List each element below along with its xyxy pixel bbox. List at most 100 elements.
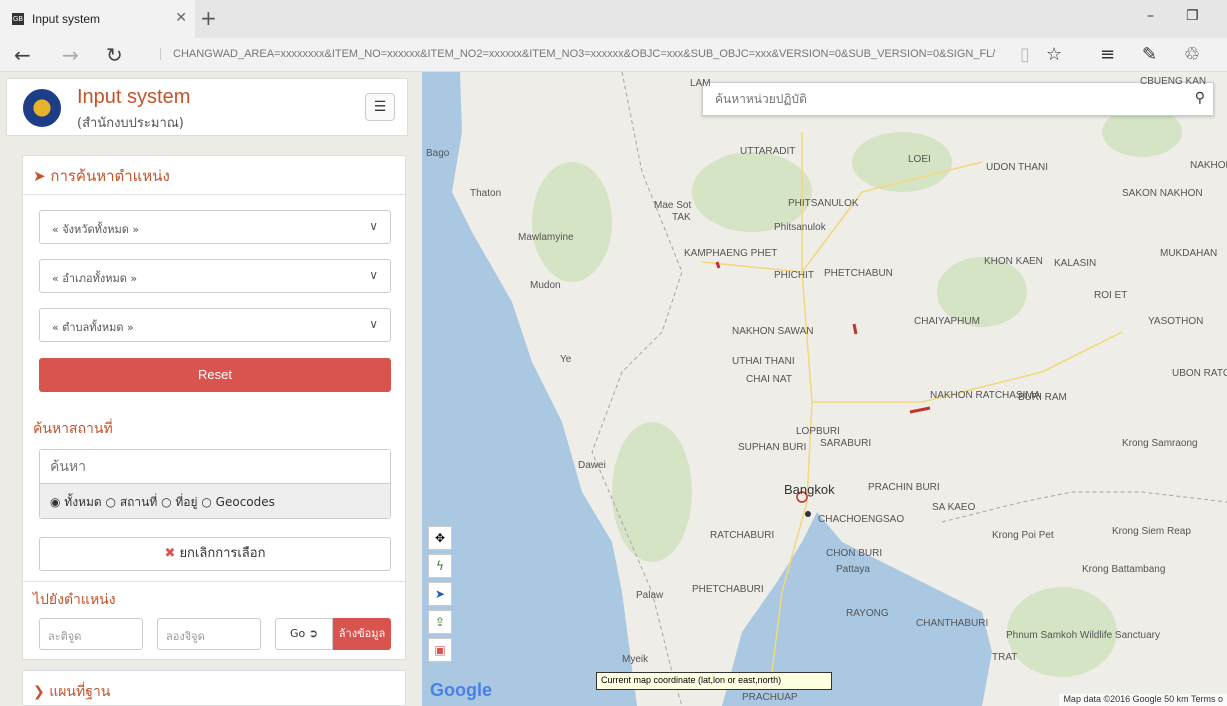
radio-all[interactable]: ◉ ทั้งหมด — [50, 495, 102, 509]
chevron-down-icon: ∨ — [369, 268, 378, 282]
map-label: KHON KAEN — [984, 256, 1043, 267]
map-label: YASOTHON — [1148, 316, 1204, 327]
close-icon: ✖ — [164, 546, 176, 561]
map-label: SARABURI — [820, 438, 872, 449]
map-label: UBON RATCHATH — [1172, 368, 1227, 379]
locate-title: ➤ การค้นหาตำแหน่ง — [33, 167, 170, 185]
map-label: Bago — [426, 148, 450, 159]
close-tab-icon[interactable]: ✕ — [175, 10, 187, 26]
reading-view-icon[interactable]: ▯ — [1020, 44, 1030, 65]
map-label: Thaton — [470, 188, 502, 199]
back-icon[interactable]: ← — [14, 43, 31, 67]
upload-tool-icon[interactable]: ⇪ — [428, 610, 452, 634]
map-label: Krong Battambang — [1082, 564, 1166, 575]
pan-tool-icon[interactable]: ✥ — [428, 526, 452, 550]
map-basemap — [422, 72, 1227, 706]
restore-icon[interactable]: ❐ — [1186, 8, 1199, 24]
map-label: Dawei — [578, 460, 606, 471]
radio-address[interactable]: ○ ที่อยู่ — [161, 495, 197, 509]
map-label: Mae Sot — [654, 200, 692, 211]
base-map-panel[interactable]: ❯ แผนที่ฐาน — [22, 670, 406, 706]
subdistrict-select[interactable]: « ตำบลทั้งหมด » ∨ — [39, 308, 391, 342]
goto-title: ไปยังตำแหน่ง — [33, 592, 116, 608]
map-label: SUPHAN BURI — [738, 442, 807, 453]
map-label: Phitsanulok — [774, 222, 826, 233]
map-label: NAKHON SAWAN — [732, 326, 814, 337]
district-select[interactable]: « อำเภอทั้งหมด » ∨ — [39, 259, 391, 293]
arrow-circle-icon: ➲ — [308, 627, 318, 640]
map-label: SA KAEO — [932, 502, 976, 513]
tab-favicon-icon: GB — [12, 13, 24, 25]
favorite-star-icon[interactable]: ☆ — [1046, 44, 1062, 65]
map-label: Mudon — [530, 280, 561, 291]
map-label: Krong Siem Reap — [1112, 526, 1191, 537]
tab-title: Input system — [32, 12, 101, 26]
app-header: Input system (สำนักงบประมาณ) ☰ — [6, 78, 408, 136]
latitude-input[interactable]: ละติจูด — [39, 618, 143, 650]
map-label: TRAT — [992, 652, 1018, 663]
address-bar: ← → ↻ CHANGWAD_AREA=xxxxxxxx&ITEM_NO=xxx… — [0, 38, 1227, 72]
go-button[interactable]: Go ➲ — [275, 618, 333, 650]
unit-search-box: ⚲ — [702, 82, 1214, 116]
chevron-down-icon: ∨ — [369, 317, 378, 331]
map-label: MUKDAHAN — [1160, 248, 1218, 259]
coordinate-tooltip: Current map coordinate (lat,lon or east,… — [596, 672, 832, 690]
map-label: RAYONG — [846, 608, 889, 619]
divider — [23, 581, 405, 582]
location-arrow-icon: ➤ — [33, 167, 46, 185]
map-label: UTTARADIT — [740, 146, 796, 157]
place-search-input[interactable] — [40, 450, 390, 484]
reset-button[interactable]: Reset — [39, 358, 391, 392]
chevron-circle-icon: ❯ — [33, 684, 45, 700]
map-label: LOPBURI — [796, 426, 840, 437]
map-label: CHON BURI — [826, 548, 883, 559]
menu-toggle-button[interactable]: ☰ — [365, 93, 395, 121]
divider — [23, 194, 405, 195]
place-search-title: ค้นหาสถานที่ — [33, 421, 113, 437]
new-tab-icon[interactable]: + — [200, 6, 217, 30]
share-icon[interactable]: ♲ — [1184, 44, 1200, 65]
map-label: UTHAI THANI — [732, 356, 795, 367]
refresh-icon[interactable]: ↻ — [106, 43, 123, 67]
map-label: CHACHOENGSAO — [818, 514, 905, 525]
browser-tab[interactable]: GB Input system ✕ — [0, 0, 195, 38]
trash-tool-icon[interactable]: ▣ — [428, 638, 452, 662]
chevron-down-icon: ∨ — [369, 219, 378, 233]
minimize-icon[interactable]: – — [1147, 8, 1154, 24]
unit-search-input[interactable] — [703, 83, 1179, 115]
map-label: Krong Poi Pet — [992, 530, 1054, 541]
app-subtitle: (สำนักงบประมาณ) — [77, 116, 184, 131]
radio-place[interactable]: ○ สถานที่ — [106, 495, 158, 509]
search-type-radios: ◉ ทั้งหมด ○ สถานที่ ○ ที่อยู่ ○ Geocodes — [40, 484, 390, 518]
radio-geocodes[interactable]: ○ Geocodes — [201, 495, 275, 509]
map-label: Mawlamyine — [518, 232, 574, 243]
map-label: PHETCHABURI — [692, 584, 764, 595]
province-select[interactable]: « จังหวัดทั้งหมด » ∨ — [39, 210, 391, 244]
map-label: Bangkok — [784, 482, 835, 497]
location-arrow-tool-icon[interactable]: ➤ — [428, 582, 452, 606]
map-label: RATCHABURI — [710, 530, 775, 541]
hub-icon[interactable]: ≡ — [1100, 44, 1115, 65]
logo-emblem-icon — [23, 89, 61, 127]
search-icon[interactable]: ⚲ — [1195, 90, 1205, 106]
google-logo: Google — [430, 680, 492, 700]
place-search-box: ◉ ทั้งหมด ○ สถานที่ ○ ที่อยู่ ○ Geocodes — [39, 449, 391, 519]
map-label: Krong Samraong — [1122, 438, 1198, 449]
longitude-input[interactable]: ลองจิจูด — [157, 618, 261, 650]
forward-icon[interactable]: → — [62, 43, 79, 67]
map-label: NAKHON PHANOM — [1190, 160, 1227, 171]
map-label: ROI ET — [1094, 290, 1128, 301]
map-label: PRACHUAP — [742, 692, 798, 703]
url-field[interactable]: CHANGWAD_AREA=xxxxxxxx&ITEM_NO=xxxxxx&IT… — [160, 48, 1020, 60]
clear-data-button[interactable]: ล้างข้อมูล — [333, 618, 391, 650]
map-label: LAM — [690, 78, 711, 89]
cancel-selection-button[interactable]: ✖ ยกเลิกการเลือก — [39, 537, 391, 571]
map-canvas[interactable]: ⚲ UTTARADIT LOEI UDON THANI NAKHON PHANO… — [422, 72, 1227, 706]
map-label: PRACHIN BURI — [868, 482, 940, 493]
map-label: BURI RAM — [1018, 392, 1067, 403]
map-label: Ye — [560, 354, 572, 365]
browser-tabbar: GB Input system ✕ + – ❐ — [0, 0, 1227, 38]
lightning-tool-icon[interactable]: ϟ — [428, 554, 452, 578]
web-note-icon[interactable]: ✎ — [1142, 44, 1157, 65]
map-label: SAKON NAKHON — [1122, 188, 1203, 199]
